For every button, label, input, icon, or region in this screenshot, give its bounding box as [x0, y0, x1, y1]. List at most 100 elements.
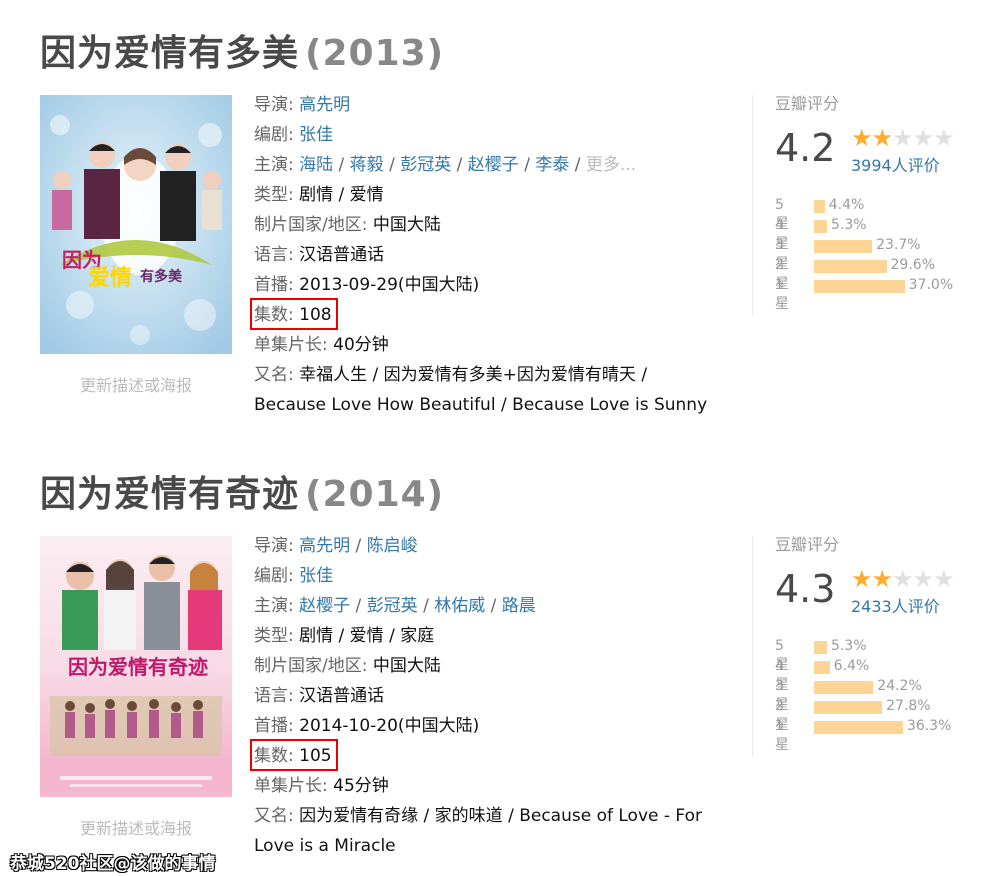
language-row: 语言: 汉语普通话 — [254, 240, 707, 270]
title-text: 因为爱情有奇迹 — [40, 474, 300, 515]
runtime-label: 单集片长: — [254, 776, 328, 796]
rating-stars: ★★★★★ — [851, 565, 955, 593]
genre-label: 类型: — [254, 626, 294, 646]
language-row: 语言: 汉语普通话 — [254, 681, 702, 711]
update-poster-link[interactable]: 更新描述或海报 — [40, 372, 232, 396]
rating-votes-link[interactable]: 2433人评价 — [851, 593, 940, 617]
aka-label: 又名: — [254, 806, 294, 826]
genre-value: 剧情 / 爱情 / 家庭 — [299, 626, 435, 646]
premiere-row: 首播: 2014-10-20(中国大陆) — [254, 711, 702, 741]
premiere-row: 首播: 2013-09-29(中国大陆) — [254, 270, 707, 300]
poster-image[interactable]: 因为爱情有奇迹 — [40, 536, 232, 797]
watermark-text: 恭城520社区@该做的事情 — [10, 854, 216, 874]
rating-score: 4.3 — [775, 567, 836, 611]
rating-summary: 4.3 ★★★★★ 2433人评价 — [775, 561, 985, 617]
rating-row-label: 1星 — [775, 277, 789, 312]
rating-bar — [814, 701, 883, 714]
writer-label: 编剧: — [254, 566, 294, 586]
rating-votes-link[interactable]: 3994人评价 — [851, 152, 940, 176]
cast-link[interactable]: 海陆 — [299, 155, 333, 175]
rating-score: 4.2 — [775, 126, 836, 170]
rating-pct: 37.0% — [908, 277, 954, 293]
director-link[interactable]: 陈启峻 — [367, 536, 418, 556]
rating-pct: 27.8% — [886, 698, 931, 714]
episodes-highlight-box — [250, 298, 338, 330]
director-label: 导演: — [254, 536, 294, 556]
title-year: (2014) — [305, 474, 445, 515]
writer-link[interactable]: 张佳 — [299, 125, 333, 145]
star-filled-icon: ★ — [851, 565, 872, 593]
country-row: 制片国家/地区: 中国大陆 — [254, 651, 702, 681]
aka-value-continued: Love is a Miracle — [254, 836, 396, 856]
subject-title: 因为爱情有奇迹 (2014) — [40, 465, 444, 517]
star-filled-icon: ★ — [871, 124, 893, 152]
column-divider — [752, 536, 753, 756]
cast-link[interactable]: 彭冠英 — [400, 155, 451, 175]
premiere-label: 首播: — [254, 716, 294, 736]
subject-title: 因为爱情有多美 (2013) — [40, 24, 444, 76]
director-row: 导演: 高先明 / 陈启峻 — [254, 536, 418, 556]
cast-row: 主演: 赵樱子 / 彭冠英 / 林佑威 / 路晨 — [254, 596, 536, 616]
country-value: 中国大陆 — [372, 215, 441, 235]
cast-more-link[interactable]: 更多... — [586, 155, 636, 175]
star-empty-icon: ★ — [912, 565, 934, 593]
svg-text:爱情: 爱情 — [88, 265, 132, 291]
country-row: 制片国家/地区: 中国大陆 — [254, 210, 707, 240]
director-link[interactable]: 高先明 — [299, 95, 350, 115]
cast-link[interactable]: 赵樱子 — [468, 155, 519, 175]
star-filled-icon: ★ — [851, 124, 872, 152]
svg-text:有多美: 有多美 — [140, 268, 183, 285]
cast-label: 主演: — [254, 596, 294, 616]
language-label: 语言: — [254, 686, 294, 706]
genre-value: 剧情 / 爱情 — [299, 185, 384, 205]
cast-link[interactable]: 彭冠英 — [367, 596, 418, 616]
aka-row: 又名: 幸福人生 / 因为爱情有多美+因为爱情有晴天 / — [254, 360, 707, 390]
episodes-highlight-box — [250, 739, 338, 771]
cast-link[interactable]: 蒋毅 — [350, 155, 384, 175]
svg-text:因为爱情有奇迹: 因为爱情有奇迹 — [68, 655, 208, 679]
rating-pct: 5.3% — [830, 638, 867, 654]
aka-value: 因为爱情有奇缘 / 家的味道 / Because of Love - For — [299, 806, 702, 826]
aka-label: 又名: — [254, 365, 294, 385]
cast-label: 主演: — [254, 155, 294, 175]
runtime-row: 单集片长: 40分钟 — [254, 330, 707, 360]
rating-pct: 4.4% — [828, 197, 865, 213]
language-value: 汉语普通话 — [299, 686, 385, 706]
rating-label: 豆瓣评分 — [775, 94, 840, 113]
writer-row: 编剧: 张佳 — [254, 120, 707, 150]
writer-row: 编剧: 张佳 — [254, 561, 702, 591]
aka-row-continued: Love is a Miracle — [254, 831, 702, 861]
update-poster-link[interactable]: 更新描述或海报 — [40, 815, 232, 839]
rating-bar — [814, 681, 874, 694]
rating-bar — [814, 641, 827, 654]
rating-stars: ★★★★★ — [851, 124, 955, 152]
cast-link[interactable]: 赵樱子 — [299, 596, 350, 616]
premiere-value: 2014-10-20(中国大陆) — [299, 716, 480, 736]
runtime-row: 单集片长: 45分钟 — [254, 771, 702, 801]
aka-value: 幸福人生 / 因为爱情有多美+因为爱情有晴天 / — [299, 365, 648, 385]
country-label: 制片国家/地区: — [254, 215, 368, 235]
cast-row: 主演: 海陆 / 蒋毅 / 彭冠英 / 赵樱子 / 李泰 / 更多... — [254, 155, 637, 175]
poster-image[interactable]: 因为 爱情 有多美 — [40, 95, 232, 354]
subject-info: 导演: 高先明 编剧: 张佳 主演: 海陆 / 蒋毅 / 彭冠英 / 赵樱子 /… — [254, 90, 707, 420]
director-link[interactable]: 高先明 — [299, 536, 350, 556]
genre-label: 类型: — [254, 185, 294, 205]
premiere-value: 2013-09-29(中国大陆) — [299, 275, 480, 295]
cast-link[interactable]: 路晨 — [502, 596, 536, 616]
genre-row: 类型: 剧情 / 爱情 / 家庭 — [254, 621, 702, 651]
writer-link[interactable]: 张佳 — [299, 566, 333, 586]
cast-link[interactable]: 林佑威 — [434, 596, 485, 616]
genre-row: 类型: 剧情 / 爱情 — [254, 180, 707, 210]
rating-summary: 4.2 ★★★★★ 3994人评价 — [775, 120, 985, 176]
star-empty-icon: ★ — [892, 565, 913, 593]
language-label: 语言: — [254, 245, 294, 265]
rating-pct: 5.3% — [830, 217, 867, 233]
cast-link[interactable]: 李泰 — [535, 155, 569, 175]
aka-value-continued: Because Love How Beautiful / Because Lov… — [254, 395, 708, 415]
rating-pct: 29.6% — [890, 257, 935, 273]
runtime-value: 40分钟 — [333, 335, 389, 355]
column-divider — [752, 95, 753, 315]
subject-info: 导演: 高先明 / 陈启峻 编剧: 张佳 主演: 赵樱子 / 彭冠英 / 林佑威… — [254, 531, 702, 861]
rating-bar — [814, 200, 825, 213]
title-year: (2013) — [305, 33, 445, 74]
